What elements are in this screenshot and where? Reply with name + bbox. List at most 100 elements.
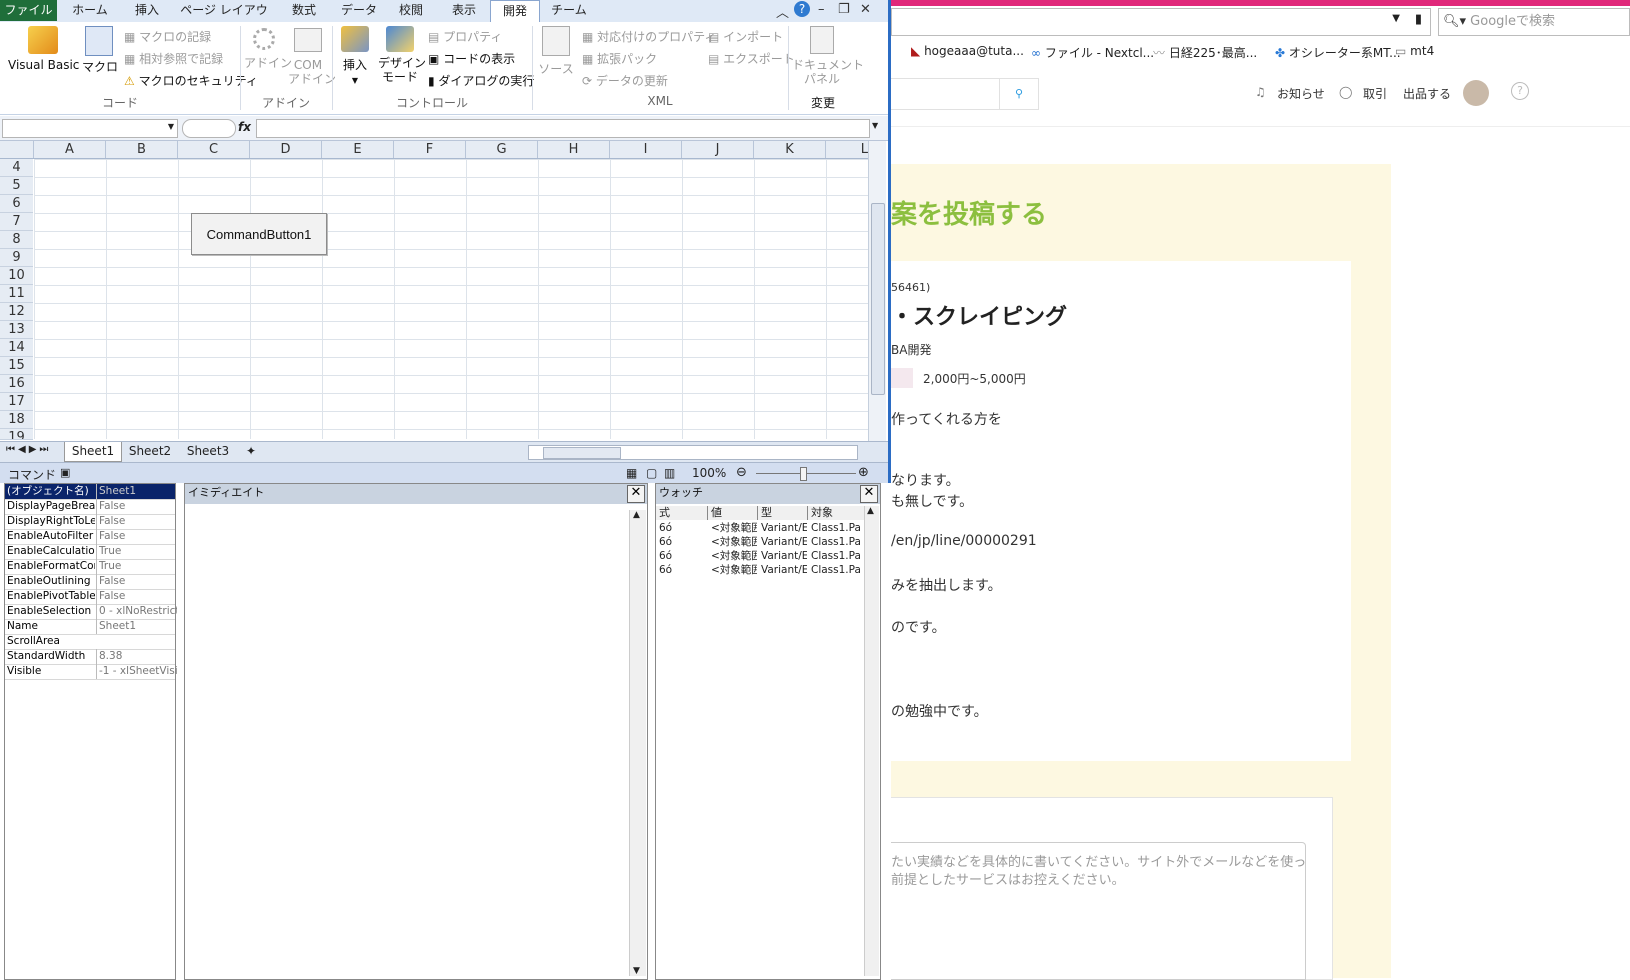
fx-icon[interactable]: fx — [238, 120, 251, 134]
tab-page-layout[interactable]: ページ レイアウト — [176, 0, 272, 37]
name-box[interactable]: ▼ — [2, 119, 178, 138]
property-value[interactable]: False — [96, 499, 177, 514]
search-icon[interactable]: ⚲ — [999, 78, 1039, 110]
row-header[interactable]: 5 — [0, 177, 33, 195]
column-header[interactable]: I — [610, 141, 682, 158]
property-row[interactable]: EnableCalculation True — [5, 544, 175, 560]
insert-control-button[interactable]: 挿入 ▼ — [338, 26, 372, 88]
column-header[interactable]: J — [682, 141, 754, 158]
property-value[interactable]: False — [96, 574, 177, 589]
column-header[interactable]: D — [250, 141, 322, 158]
source-button[interactable]: ソース — [538, 26, 574, 76]
property-row[interactable]: (オブジェクト名) Sheet1 — [5, 484, 175, 500]
cell-area[interactable] — [34, 159, 868, 439]
bookmark-item[interactable]: ✤ オシレーター系MT... — [1275, 44, 1401, 61]
search-engine-icon[interactable]: 🔍︎▾ — [1443, 14, 1466, 29]
run-dialog-button[interactable]: ▮ ダイアログの実行 — [428, 72, 534, 89]
proposal-textarea[interactable]: たい実績などを具体的に書いてください。サイト外でメールなどを使っ 前提としたサー… — [891, 842, 1306, 980]
minimize-icon[interactable]: – — [818, 2, 825, 17]
tab-team[interactable]: チーム — [546, 0, 592, 21]
sheet-nav-arrows-icon[interactable]: ⏮◀▶⏭ — [6, 444, 51, 455]
sheet-tab-1[interactable]: Sheet1 — [64, 442, 122, 462]
avatar[interactable] — [1463, 80, 1489, 106]
row-header[interactable]: 9 — [0, 249, 33, 267]
property-row[interactable]: StandardWidth 8.38 — [5, 649, 175, 665]
scroll-up-icon[interactable]: ▲ — [633, 510, 640, 520]
column-header[interactable]: A — [34, 141, 106, 158]
url-dropdown-icon[interactable]: ▼ — [1392, 13, 1400, 24]
macro-button[interactable]: マクロ — [82, 26, 118, 74]
row-header[interactable]: 7 — [0, 213, 33, 231]
restore-icon[interactable]: ❐ — [838, 2, 850, 17]
watch-row[interactable]: 6ó <対象範囲外> Variant/Empty Class1.Parse — [656, 521, 862, 535]
address-bar[interactable]: ▼ ▮ — [891, 8, 1431, 36]
help-icon[interactable]: ? — [1511, 82, 1529, 100]
bookmark-item[interactable]: ▭ mt4 — [1395, 44, 1434, 58]
insert-sheet-icon[interactable]: ✦ — [246, 444, 256, 458]
property-value[interactable]: -1 - xlSheetVisible — [96, 664, 177, 679]
relative-ref-button[interactable]: ▦ 相対参照で記録 — [124, 50, 223, 67]
column-header[interactable]: F — [394, 141, 466, 158]
tab-view[interactable]: 表示 — [442, 0, 486, 21]
row-header[interactable]: 12 — [0, 303, 33, 321]
map-props-button[interactable]: ▦ 対応付けのプロパティ — [582, 28, 716, 45]
sheet-tab-3[interactable]: Sheet3 — [180, 442, 236, 461]
bookmark-item[interactable]: 〰 日経225･最高... — [1153, 44, 1257, 61]
property-row[interactable]: DisplayPageBreaksFalse — [5, 499, 175, 515]
scroll-down-icon[interactable]: ▼ — [633, 966, 640, 976]
design-mode-button[interactable]: デザイン モード — [378, 26, 426, 84]
property-value[interactable]: 0 - xlNoRestrictions — [96, 604, 177, 619]
property-row[interactable]: EnableFormatConditionsCalculationTrue — [5, 559, 175, 575]
row-header[interactable]: 6 — [0, 195, 33, 213]
com-addin-button[interactable]: COM アドイン — [288, 28, 336, 86]
tab-developer[interactable]: 開発 — [490, 0, 540, 23]
row-header[interactable]: 11 — [0, 285, 33, 303]
document-panel-button[interactable]: ドキュメント パネル — [792, 26, 864, 86]
immediate-scrollbar[interactable]: ▲ ▼ — [629, 510, 646, 976]
zoom-level[interactable]: 100% — [692, 466, 726, 480]
record-macro-button[interactable]: ▦ マクロの記録 — [124, 28, 211, 45]
property-value[interactable]: False — [96, 529, 177, 544]
close-icon[interactable]: ✕ — [860, 2, 871, 17]
property-value[interactable]: True — [96, 544, 177, 559]
property-row[interactable]: Visible -1 - xlSheetVisible — [5, 664, 177, 680]
property-value[interactable]: False — [96, 514, 177, 529]
property-row[interactable]: EnableAutoFilter False — [5, 529, 175, 545]
properties-button[interactable]: ▤ プロパティ — [428, 28, 502, 45]
property-value[interactable]: Sheet1 — [96, 619, 177, 634]
column-header[interactable]: K — [754, 141, 826, 158]
vertical-scrollbar[interactable] — [868, 141, 886, 441]
property-value[interactable]: Sheet1 — [96, 484, 177, 499]
row-header[interactable]: 10 — [0, 267, 33, 285]
watch-scrollbar[interactable]: ▲ — [864, 506, 879, 976]
sheet-tab-2[interactable]: Sheet2 — [122, 442, 178, 461]
page-break-view-icon[interactable]: ▥ — [664, 466, 675, 480]
scroll-thumb[interactable] — [871, 203, 885, 395]
formula-input[interactable] — [256, 119, 870, 138]
row-header[interactable]: 19 — [0, 429, 33, 440]
watch-row[interactable]: 6ó <対象範囲外> Variant/Empty Class1.Parse — [656, 535, 862, 549]
property-row[interactable]: EnablePivotTable False — [5, 589, 175, 605]
addin-button[interactable]: アドイン — [244, 28, 292, 70]
macro-security-button[interactable]: ⚠ マクロのセキュリティ — [124, 72, 258, 89]
horizontal-scrollbar[interactable] — [528, 445, 858, 460]
tab-insert[interactable]: 挿入 — [122, 0, 172, 21]
macro-record-icon[interactable]: ▣ — [60, 466, 70, 479]
column-header[interactable]: E — [322, 141, 394, 158]
watch-header-context[interactable]: 対象 — [808, 506, 866, 520]
tab-home[interactable]: ホーム — [60, 0, 120, 21]
command-button[interactable]: CommandButton1 — [191, 213, 327, 255]
row-header[interactable]: 8 — [0, 231, 33, 249]
property-value[interactable]: True — [96, 559, 177, 574]
column-header[interactable]: C — [178, 141, 250, 158]
row-header[interactable]: 4 — [0, 159, 33, 177]
job-category[interactable]: BA開発 — [891, 341, 931, 358]
immediate-input[interactable] — [185, 506, 625, 976]
zoom-slider-handle[interactable] — [800, 467, 807, 481]
site-search-input[interactable] — [891, 78, 1000, 110]
refresh-data-button[interactable]: ⟳ データの更新 — [582, 72, 668, 89]
bookmark-icon[interactable]: ▮ — [1415, 12, 1422, 27]
formula-expand-handle[interactable] — [182, 119, 236, 138]
bookmark-item[interactable]: ◣ hogeaaa@tuta... — [911, 44, 1024, 58]
normal-view-icon[interactable]: ▦ — [626, 466, 637, 480]
